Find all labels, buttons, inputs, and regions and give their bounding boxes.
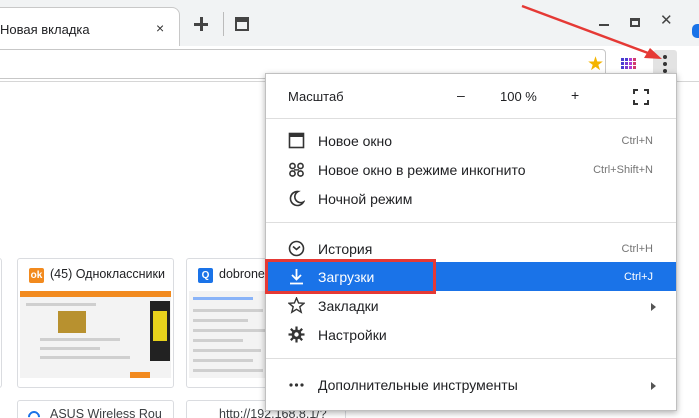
menu-separator xyxy=(266,118,676,119)
submenu-arrow-icon xyxy=(651,303,656,311)
maximize-icon[interactable] xyxy=(630,18,640,27)
moon-icon xyxy=(289,190,305,207)
menu-item-label: История xyxy=(318,241,373,257)
zoom-in-button[interactable]: + xyxy=(571,87,579,103)
ok-icon: ok xyxy=(29,268,44,283)
menu-item-settings[interactable]: Настройки xyxy=(266,320,676,349)
menu-item-history[interactable]: История Ctrl+H xyxy=(266,234,676,263)
browser-main-menu: Масштаб – 100 % + Новое окно Ctrl+N Ново… xyxy=(265,73,677,411)
menu-item-incognito[interactable]: Новое окно в режиме инкогнито Ctrl+Shift… xyxy=(266,155,676,184)
zoom-value: 100 % xyxy=(500,89,537,104)
tab-close-icon[interactable]: × xyxy=(156,21,164,35)
new-tab-plus-icon[interactable] xyxy=(193,16,209,32)
download-icon xyxy=(290,269,303,285)
tab-title: Новая вкладка xyxy=(0,22,90,37)
menu-item-downloads[interactable]: Загрузки Ctrl+J xyxy=(266,262,676,291)
menu-item-label: Дополнительные инструменты xyxy=(318,377,518,393)
tile-title: (45) Одноклассники xyxy=(50,267,165,281)
settings-gear-icon xyxy=(288,326,305,343)
menu-item-label: Настройки xyxy=(318,327,387,343)
tile-title: ASUS Wireless Rou xyxy=(50,407,162,418)
menu-item-shortcut: Ctrl+J xyxy=(623,271,653,283)
window-close-icon[interactable]: ✕ xyxy=(660,13,673,29)
tile-odnoklassniki[interactable]: ok (45) Одноклассники xyxy=(17,258,174,388)
menu-item-shortcut: Ctrl+N xyxy=(621,135,653,147)
profile-avatar-edge[interactable] xyxy=(692,24,699,38)
menu-item-label: Ночной режим xyxy=(318,191,413,207)
tile-title: dobrone xyxy=(219,267,265,281)
menu-separator xyxy=(266,222,676,223)
menu-item-shortcut: Ctrl+H xyxy=(621,243,653,255)
menu-item-night-mode[interactable]: Ночной режим xyxy=(266,184,676,213)
bookmark-star-icon[interactable]: ★ xyxy=(587,55,604,74)
minimize-icon[interactable] xyxy=(599,24,609,26)
menu-item-label: Новое окно в режиме инкогнито xyxy=(318,162,526,178)
history-icon xyxy=(288,240,305,257)
new-window-icon xyxy=(288,132,305,149)
menu-item-label: Закладки xyxy=(318,298,379,314)
menu-item-new-window[interactable]: Новое окно Ctrl+N xyxy=(266,126,676,155)
tabstrip-divider xyxy=(223,12,224,36)
incognito-icon xyxy=(289,162,304,177)
tab-new-tab[interactable]: Новая вкладка × xyxy=(0,7,180,48)
zoom-out-button[interactable]: – xyxy=(457,87,465,103)
bookmark-star-icon xyxy=(288,297,305,314)
tile-asus-router[interactable]: ASUS Wireless Rou xyxy=(17,400,174,418)
tab-strip: Новая вкладка × ✕ xyxy=(0,0,699,48)
tile-partial-left[interactable] xyxy=(0,258,2,388)
submenu-arrow-icon xyxy=(651,382,656,390)
apps-grid-icon[interactable] xyxy=(621,58,637,69)
tab-search-window-icon[interactable] xyxy=(235,17,249,31)
menu-item-more-tools[interactable]: Дополнительные инструменты xyxy=(266,370,676,399)
more-tools-icon xyxy=(289,383,304,387)
menu-item-label: Новое окно xyxy=(318,133,393,149)
menu-separator xyxy=(266,358,676,359)
tile-dobrone[interactable]: Q dobrone xyxy=(186,258,276,388)
zoom-row: Масштаб – 100 % + xyxy=(266,74,676,118)
fullscreen-icon[interactable] xyxy=(633,89,649,105)
menu-item-label: Загрузки xyxy=(318,269,375,285)
menu-item-shortcut: Ctrl+Shift+N xyxy=(593,164,653,176)
tile-thumbnail xyxy=(189,291,275,378)
tile-thumbnail xyxy=(20,291,171,378)
search-icon: Q xyxy=(198,268,213,283)
zoom-label: Масштаб xyxy=(288,89,344,104)
menu-item-bookmarks[interactable]: Закладки xyxy=(266,291,676,320)
